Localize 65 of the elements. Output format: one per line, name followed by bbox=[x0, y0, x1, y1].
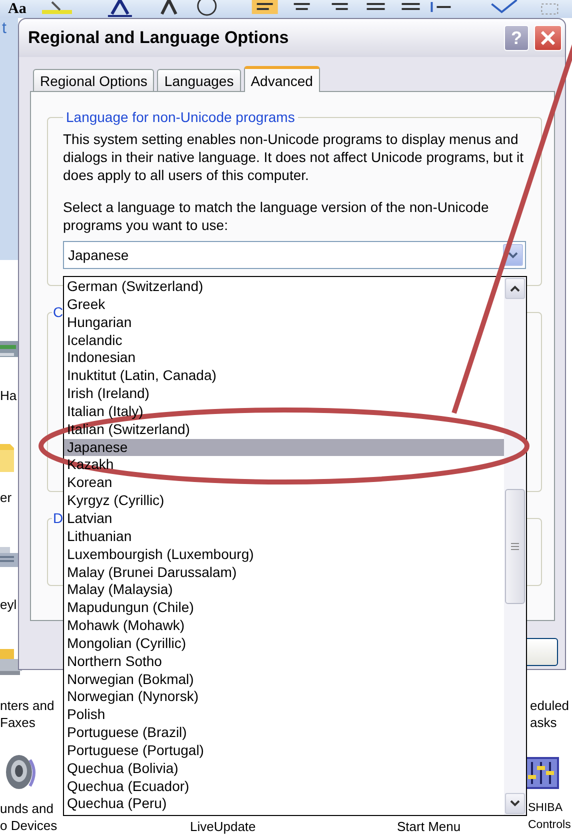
icon-label[interactable]: er bbox=[0, 489, 12, 506]
list-item[interactable]: Portuguese (Brazil) bbox=[64, 724, 504, 742]
group-title: C bbox=[52, 304, 64, 320]
scroll-down-button[interactable] bbox=[505, 793, 525, 814]
list-item[interactable]: Malay (Brunei Darussalam) bbox=[64, 564, 504, 582]
window-title: Regional and Language Options bbox=[28, 28, 290, 48]
list-item[interactable]: German (Switzerland) bbox=[64, 278, 504, 296]
list-item[interactable]: Hungarian bbox=[64, 314, 504, 332]
icon-label[interactable]: Controls bbox=[528, 817, 571, 834]
icon-label[interactable]: LiveUpdate bbox=[190, 818, 256, 835]
group-title: D bbox=[52, 510, 64, 526]
icon-label[interactable]: eyl bbox=[0, 596, 17, 613]
tab[interactable]: Languages bbox=[157, 69, 241, 91]
list-item[interactable]: Portuguese (Portugal) bbox=[64, 742, 504, 760]
tab[interactable]: Advanced bbox=[244, 66, 320, 92]
printer-icon bbox=[0, 647, 22, 677]
list-item[interactable]: Norwegian (Bokmal) bbox=[64, 670, 504, 688]
icon-label[interactable]: Faxes bbox=[0, 714, 54, 731]
chevron-down-icon bbox=[510, 800, 520, 807]
icon-label[interactable]: nters and bbox=[0, 697, 54, 714]
icon-label[interactable]: unds and bbox=[0, 800, 58, 817]
list-item[interactable]: Mapudungun (Chile) bbox=[64, 599, 504, 618]
close-button[interactable] bbox=[534, 25, 562, 51]
list-item[interactable]: Inuktitut (Latin, Canada) bbox=[64, 367, 504, 386]
list-item[interactable]: Luxembourgish (Luxembourg) bbox=[64, 546, 504, 564]
list-item[interactable]: Quechua (Bolivia) bbox=[64, 760, 504, 778]
toolbar-label[interactable]: Aa bbox=[8, 2, 26, 16]
grip-icon bbox=[511, 543, 519, 550]
icon-label[interactable]: eduled bbox=[530, 697, 570, 714]
chevron-down-icon bbox=[508, 252, 518, 258]
icon-label[interactable]: SHIBA bbox=[528, 800, 571, 817]
list-item[interactable]: Greek bbox=[64, 296, 504, 314]
speaker-icon bbox=[4, 752, 38, 792]
window-text: t bbox=[2, 20, 6, 38]
scroll-thumb[interactable] bbox=[505, 489, 525, 604]
icon-label[interactable]: asks bbox=[530, 714, 570, 731]
close-icon bbox=[541, 31, 555, 45]
list-item[interactable]: Mohawk (Mohawk) bbox=[64, 617, 504, 635]
icon-label[interactable]: o Devices bbox=[0, 817, 58, 834]
language-dropdown[interactable]: Japanese bbox=[63, 241, 526, 269]
list-item[interactable]: Icelandic bbox=[64, 332, 504, 350]
list-item[interactable]: Mongolian (Cyrillic) bbox=[64, 634, 504, 653]
icon-label[interactable]: Ha bbox=[0, 387, 17, 404]
list-item[interactable]: Japanese bbox=[64, 438, 504, 456]
list-item[interactable]: Polish bbox=[64, 706, 504, 724]
list-item[interactable]: Kyrgyz (Cyrillic) bbox=[64, 492, 504, 510]
list-item[interactable]: Korean bbox=[64, 474, 504, 492]
tab[interactable]: Regional Options bbox=[33, 69, 154, 91]
list-item[interactable]: Quechua (Ecuador) bbox=[64, 778, 504, 796]
description-text: This system setting enables non-Unicode programs to display menus and dialogs in their native language. It does not affect Unicode programs, but it does apply to all users of this computer. bbox=[63, 130, 524, 184]
icon-label[interactable]: Start Menu bbox=[397, 818, 461, 835]
list-item[interactable]: Malay (Malaysia) bbox=[64, 581, 504, 600]
list-item[interactable]: Irish (Ireland) bbox=[64, 385, 504, 403]
scroll-up-button[interactable] bbox=[505, 278, 525, 299]
list-item[interactable]: Latvian bbox=[64, 510, 504, 528]
chevron-up-icon bbox=[510, 285, 520, 292]
list-item[interactable]: Quechua (Peru) bbox=[64, 795, 504, 814]
scrollbar[interactable] bbox=[504, 277, 526, 815]
list-item[interactable]: Indonesian bbox=[64, 349, 504, 368]
list-item[interactable]: Lithuanian bbox=[64, 528, 504, 546]
prompt-text: Select a language to match the language version of the non-Unicode programs you want to use: bbox=[63, 198, 490, 234]
group-title: Language for non-Unicode programs bbox=[65, 109, 296, 125]
list-item[interactable]: Norwegian (Nynorsk) bbox=[64, 688, 504, 706]
list-item[interactable]: Italian (Italy) bbox=[64, 402, 504, 421]
list-item[interactable]: Northern Sotho bbox=[64, 652, 504, 671]
